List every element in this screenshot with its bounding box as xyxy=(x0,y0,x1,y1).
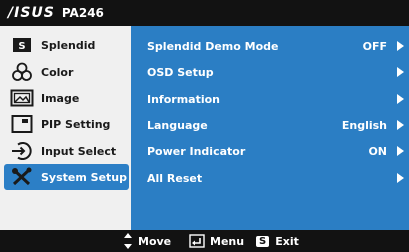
arrow-right-icon xyxy=(397,41,404,51)
footer-bar: Move Menu S Exit xyxy=(0,230,409,252)
footer-menu: Menu xyxy=(189,230,244,252)
menu-row-label: OSD Setup xyxy=(147,65,214,79)
menu-row-value: OFF xyxy=(362,39,387,53)
sidebar-item-color[interactable]: Color xyxy=(4,59,129,85)
sidebar-item-system-setup[interactable]: System Setup xyxy=(4,164,129,190)
sidebar: S Splendid Color Image PIP Setting Input… xyxy=(0,26,131,230)
splendid-icon: S xyxy=(9,34,35,56)
color-icon xyxy=(9,61,35,83)
footer-menu-label: Menu xyxy=(210,234,245,248)
sidebar-item-label: Input Select xyxy=(41,144,117,158)
osd-window: /ISUS PA246 S Splendid Color Image PIP S… xyxy=(0,0,409,252)
sidebar-item-label: PIP Setting xyxy=(41,117,111,131)
brand-logo: /ISUS xyxy=(8,5,55,21)
svg-text:S: S xyxy=(18,41,25,52)
menu-row-information[interactable]: Information xyxy=(131,87,409,111)
s-key-icon: S xyxy=(256,235,270,247)
menu-row-splendid-demo-mode[interactable]: Splendid Demo Mode OFF xyxy=(131,34,409,58)
sidebar-item-label: Image xyxy=(41,91,80,105)
menu-row-language[interactable]: Language English xyxy=(131,113,409,137)
settings-panel: Splendid Demo Mode OFF OSD Setup Informa… xyxy=(131,26,409,230)
menu-row-value: English xyxy=(341,118,387,132)
sidebar-item-label: System Setup xyxy=(41,170,127,184)
input-select-icon xyxy=(9,140,35,162)
footer-move: Move xyxy=(124,230,171,252)
arrow-right-icon xyxy=(397,67,404,77)
model-name: PA246 xyxy=(61,6,104,20)
menu-row-power-indicator[interactable]: Power Indicator ON xyxy=(131,139,409,163)
menu-row-osd-setup[interactable]: OSD Setup xyxy=(131,60,409,84)
sidebar-item-image[interactable]: Image xyxy=(4,85,129,111)
image-icon xyxy=(9,87,35,109)
menu-row-label: Splendid Demo Mode xyxy=(147,39,279,53)
arrow-right-icon xyxy=(397,146,404,156)
footer-move-label: Move xyxy=(138,234,172,248)
sidebar-item-label: Color xyxy=(41,65,74,79)
menu-row-value: ON xyxy=(368,144,387,158)
menu-row-label: Power Indicator xyxy=(147,144,246,158)
arrow-right-icon xyxy=(397,94,404,104)
enter-icon xyxy=(189,234,205,248)
sidebar-item-pip-setting[interactable]: PIP Setting xyxy=(4,111,129,137)
pip-icon xyxy=(9,113,35,135)
move-arrows-icon xyxy=(124,233,132,249)
footer-exit: S Exit xyxy=(256,230,299,252)
arrow-right-icon xyxy=(397,120,404,130)
footer-exit-label: Exit xyxy=(275,234,299,248)
system-setup-icon xyxy=(9,166,35,188)
menu-row-label: Language xyxy=(147,118,208,132)
sidebar-item-input-select[interactable]: Input Select xyxy=(4,138,129,164)
menu-row-label: Information xyxy=(147,92,220,106)
sidebar-item-splendid[interactable]: S Splendid xyxy=(4,32,129,58)
menu-row-label: All Reset xyxy=(147,171,203,185)
arrow-right-icon xyxy=(397,173,404,183)
menu-row-all-reset[interactable]: All Reset xyxy=(131,166,409,190)
sidebar-item-label: Splendid xyxy=(41,38,96,52)
header-bar: /ISUS PA246 xyxy=(0,0,409,26)
